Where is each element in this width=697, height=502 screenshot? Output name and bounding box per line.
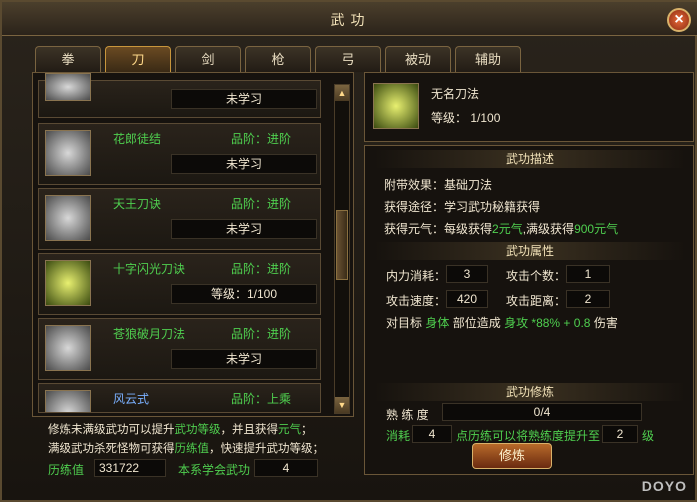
list-item[interactable]: 十字闪光刀诀 品阶：进阶 等级：1/100 [38,253,321,315]
skill-status: 未学习 [171,89,317,109]
scroll-up-button[interactable]: ▲ [335,85,349,101]
tab-fist[interactable]: 拳 [35,46,101,72]
skill-header-panel: 无名刀法 等级： 1/100 [364,72,694,142]
close-icon: × [674,11,684,28]
damage-row: 对目标 身体 部位造成 身攻 *88% + 0.8 伤害 [386,316,618,330]
tab-bow[interactable]: 弓 [315,46,381,72]
source-row: 获得途径：学习武功秘籍获得 [384,200,541,214]
tab-sword[interactable]: 剑 [175,46,241,72]
skill-status: 未学习 [171,154,317,174]
dist-label: 攻击距离： [506,294,567,308]
skill-name: 花郎徒结 [113,132,162,146]
speed-value: 420 [446,290,488,308]
skill-icon [45,195,91,241]
mp-value: 3 [446,265,488,283]
skill-grade: 品阶：进阶 [231,132,292,146]
desc-header: 武功描述 [374,150,686,168]
cost-target: 2 [602,425,638,443]
skill-list-scrollbar[interactable]: ▲ ▼ [334,84,350,414]
skill-status: 未学习 [171,349,317,369]
scrollbar-thumb[interactable] [336,210,348,280]
count-label: 攻击个数： [506,269,567,283]
learned-value: 4 [254,459,318,477]
tab-passive[interactable]: 被动 [385,46,451,72]
list-item[interactable]: 风云式 品阶：上乘 [38,383,321,413]
skill-window: 武功 × 拳 刀 剑 枪 弓 被动 辅助 未学习 花郎徒结 品阶：进阶 未学习 … [0,0,697,502]
list-item[interactable]: 苍狼破月刀法 品阶：进阶 未学习 [38,318,321,380]
scroll-down-button[interactable]: ▼ [335,397,349,413]
speed-label: 攻击速度： [386,294,447,308]
watermark: DOYO [641,478,687,494]
cost-value: 4 [412,425,452,443]
skill-icon [45,260,91,306]
list-item[interactable]: 花郎徒结 品阶：进阶 未学习 [38,123,321,185]
learned-label: 本系学会武功 [178,463,251,477]
skill-grade: 品阶：进阶 [231,197,292,211]
proficiency-bar: 0/4 [442,403,642,421]
cost-label: 消耗 [386,429,411,443]
skill-status: 未学习 [171,219,317,239]
window-title: 武功 [330,12,371,28]
list-item[interactable]: 未学习 [38,73,321,118]
skill-grade: 品阶：进阶 [231,262,292,276]
selected-skill-name: 无名刀法 [431,87,480,101]
exp-value: 331722 [94,459,166,477]
prof-label: 熟 练 度 [386,408,429,422]
title-bar[interactable]: 武功 × [2,2,697,36]
effect-row: 附带效果：基础刀法 [384,178,493,192]
skill-status: 等级：1/100 [171,284,317,304]
selected-skill-level: 等级： 1/100 [431,111,501,125]
skill-icon [45,390,91,412]
skill-name: 苍狼破月刀法 [113,327,186,341]
skill-icon [45,130,91,176]
skill-icon [45,325,91,371]
train-button[interactable]: 修炼 [472,443,552,469]
skill-name: 风云式 [113,392,150,406]
qi-row: 获得元气：每级获得2元气,满级获得900元气 [384,222,619,236]
skill-grade: 品阶：进阶 [231,327,292,341]
cost-unit: 级 [642,429,655,443]
tip-line-2: 满级武功杀死怪物可获得历练值，快速提升武功等级； [48,443,324,455]
dist-value: 2 [566,290,610,308]
exp-label: 历练值 [48,463,85,477]
selected-skill-icon [373,83,419,129]
attr-header: 武功属性 [374,242,686,260]
tab-support[interactable]: 辅助 [455,46,521,72]
skill-icon [45,73,91,101]
mp-label: 内力消耗： [386,269,447,283]
list-item[interactable]: 天王刀诀 品阶：进阶 未学习 [38,188,321,250]
tab-blade[interactable]: 刀 [105,46,171,72]
tip-line-1: 修炼未满级武功可以提升武功等级，并且获得元气； [48,424,313,436]
count-value: 1 [566,265,610,283]
train-header: 武功修炼 [374,383,686,401]
cost-text: 点历练可以将熟练度提升至 [456,429,601,443]
tab-spear[interactable]: 枪 [245,46,311,72]
arrow-up-icon: ▲ [337,88,347,98]
close-button[interactable]: × [667,8,691,32]
prof-value: 0/4 [533,405,551,419]
skill-grade: 品阶：上乘 [231,392,292,406]
skill-name: 天王刀诀 [113,197,162,211]
arrow-down-icon: ▼ [337,400,347,410]
skill-name: 十字闪光刀诀 [113,262,186,276]
